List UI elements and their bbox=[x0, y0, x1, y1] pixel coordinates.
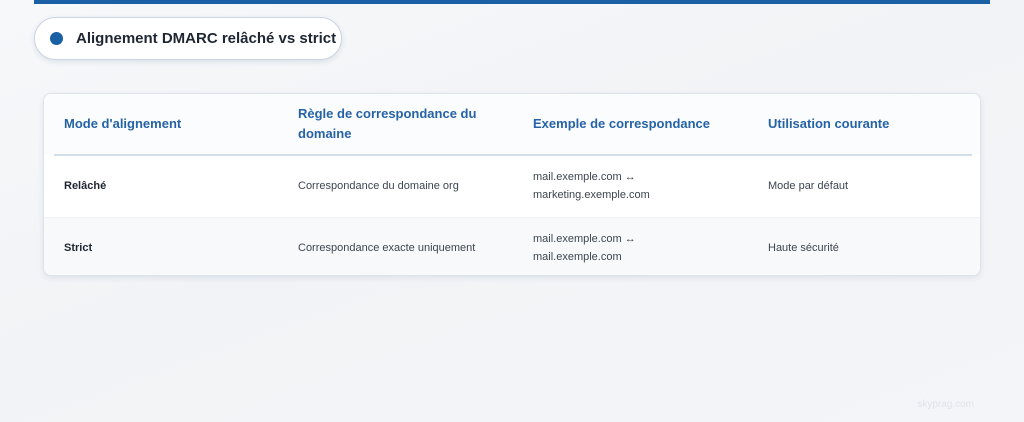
top-accent-bar bbox=[34, 0, 990, 4]
mode-cell: Strict bbox=[44, 217, 278, 275]
example-line: mail.exemple.com bbox=[533, 250, 622, 263]
table-header-row: Mode d'alignement Règle de correspondanc… bbox=[44, 94, 980, 154]
usage-cell: Mode par défaut bbox=[748, 156, 980, 218]
example-cell: mail.exemple.com ↔ marketing.exemple.com bbox=[513, 156, 748, 218]
column-header-mode: Mode d'alignement bbox=[44, 94, 278, 154]
rule-cell: Correspondance exacte uniquement bbox=[278, 217, 513, 275]
mode-cell: Relâché bbox=[44, 156, 278, 218]
usage-cell: Haute sécurité bbox=[748, 217, 980, 275]
comparison-table-card: Mode d'alignement Règle de correspondanc… bbox=[43, 93, 981, 276]
column-header-usage: Utilisation courante bbox=[748, 94, 980, 154]
title-badge: Alignement DMARC relâché vs strict bbox=[34, 17, 342, 60]
example-line: mail.exemple.com ↔ bbox=[533, 232, 636, 245]
example-line: mail.exemple.com ↔ bbox=[533, 171, 636, 184]
table-row: Relâché Correspondance du domaine org ma… bbox=[44, 156, 980, 218]
example-line: marketing.exemple.com bbox=[533, 189, 650, 202]
watermark-text: skyprag.com bbox=[917, 399, 974, 410]
bullet-dot-icon bbox=[50, 32, 63, 45]
page-title: Alignement DMARC relâché vs strict bbox=[76, 30, 337, 47]
rule-cell: Correspondance du domaine org bbox=[278, 156, 513, 218]
column-header-rule: Règle de correspondance du domaine bbox=[278, 94, 513, 154]
table-row: Strict Correspondance exacte uniquement … bbox=[44, 217, 980, 275]
example-cell: mail.exemple.com ↔ mail.exemple.com bbox=[513, 217, 748, 275]
column-header-example: Exemple de correspondance bbox=[513, 94, 748, 154]
comparison-table: Mode d'alignement Règle de correspondanc… bbox=[44, 94, 980, 275]
